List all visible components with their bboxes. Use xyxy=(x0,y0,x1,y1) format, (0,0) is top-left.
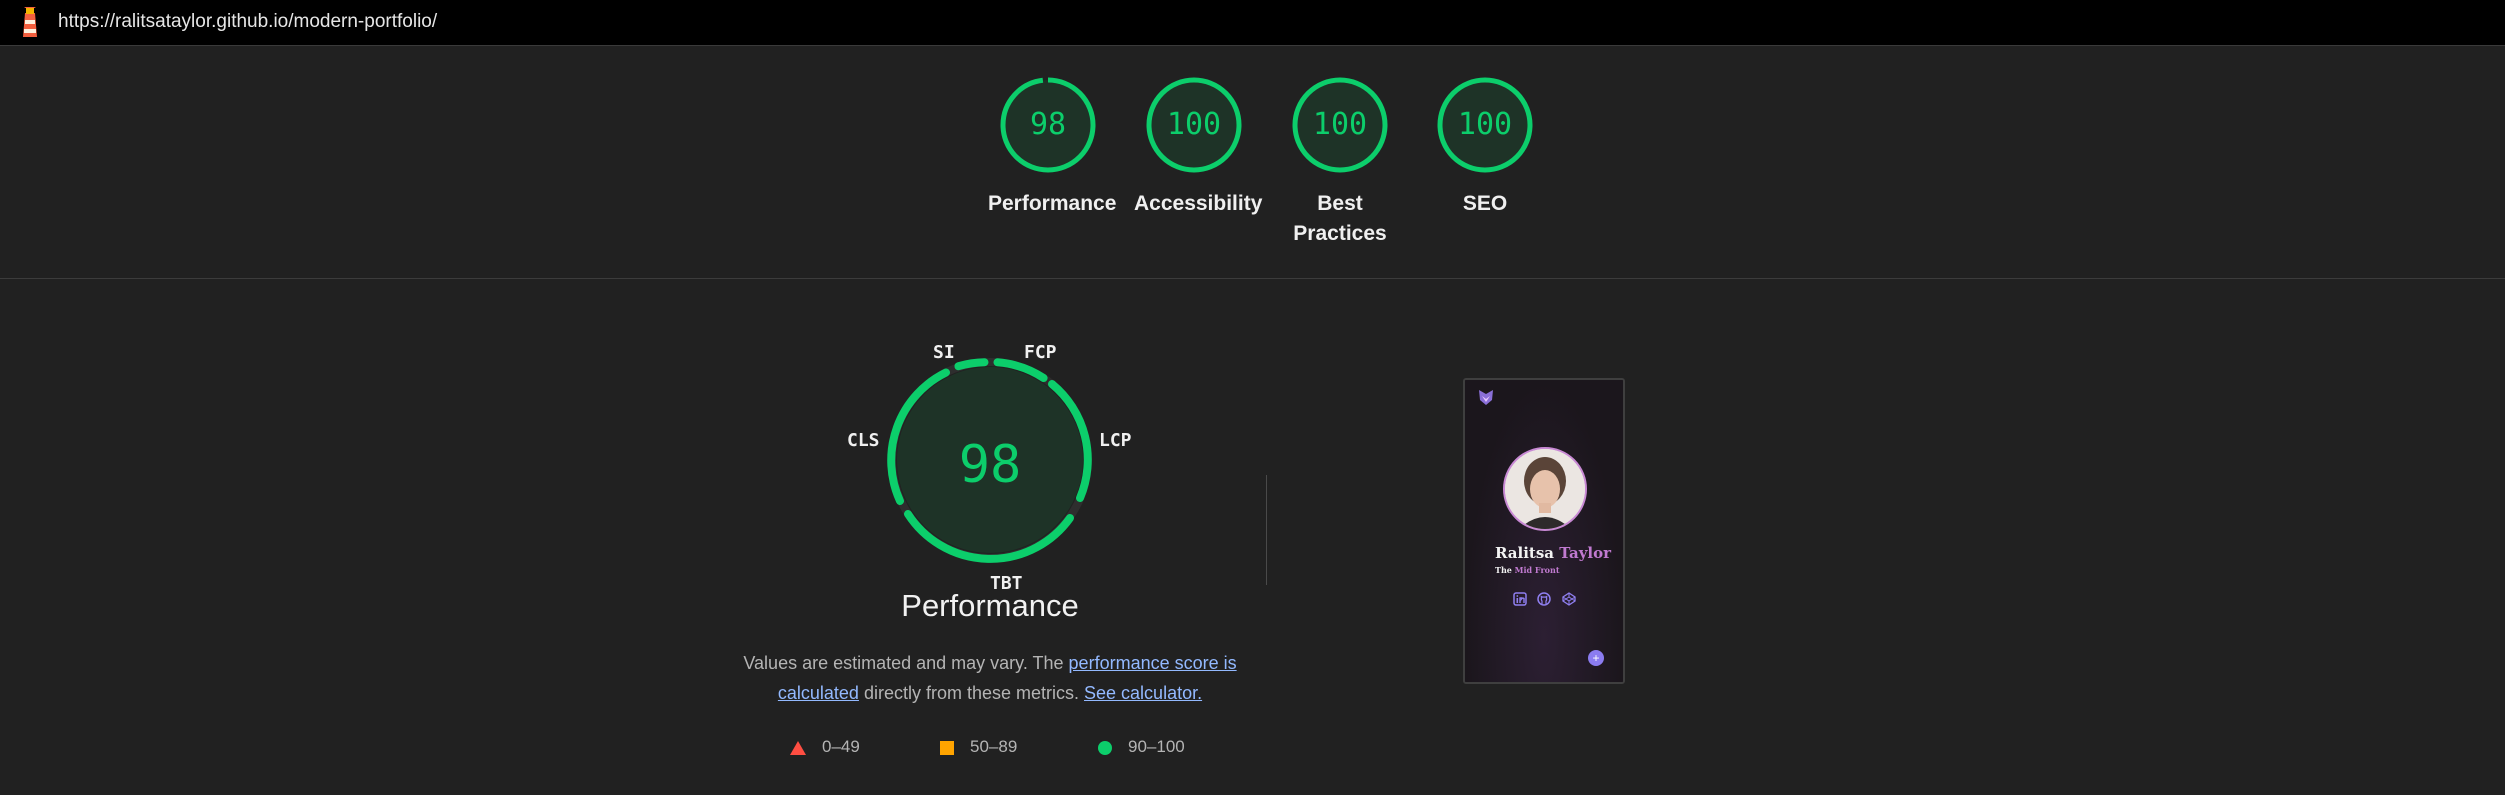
gauge-accessibility[interactable]: 100 Accessibility xyxy=(1134,75,1263,219)
metric-arc-si xyxy=(954,358,989,371)
lighthouse-icon xyxy=(23,7,37,37)
gauge-label: Performance xyxy=(988,192,1117,215)
legend-average: 50–89 xyxy=(940,737,1017,757)
category-gauges: 98 Performance 100 Accessibility 100 Bes… xyxy=(0,75,2505,255)
legend-range: 50–89 xyxy=(970,737,1018,756)
report-header: https://ralitsataylor.github.io/modern-p… xyxy=(0,0,2505,46)
vertical-divider xyxy=(1266,475,1267,585)
performance-arc xyxy=(887,358,1092,563)
metric-label-fcp[interactable]: FCP xyxy=(1024,342,1057,363)
gauge-score: 100 xyxy=(1457,107,1513,142)
gauge-best-practices[interactable]: 100 Best Practices xyxy=(1280,75,1400,249)
legend-range: 90–100 xyxy=(1128,737,1185,756)
avatar xyxy=(1503,447,1587,531)
gauge-label: Best Practices xyxy=(1293,192,1387,245)
legend-range: 0–49 xyxy=(822,737,860,756)
performance-description: Values are estimated and may vary. The p… xyxy=(735,648,1245,708)
circle-icon xyxy=(1098,740,1112,755)
legend-pass: 90–100 xyxy=(1098,737,1185,757)
performance-title: Performance xyxy=(901,588,1079,623)
metric-label-si[interactable]: SI xyxy=(933,342,955,363)
description-text: Values are estimated and may vary. The xyxy=(743,653,1069,673)
last-name: Taylor xyxy=(1559,544,1612,562)
gauge-score: 100 xyxy=(1312,107,1368,142)
portfolio-name: Ralitsa Taylor xyxy=(1495,544,1611,562)
gauge-seo[interactable]: 100 SEO xyxy=(1425,75,1545,219)
social-icons xyxy=(1513,592,1582,611)
metric-label-cls[interactable]: CLS xyxy=(847,430,880,451)
plus-icon: + xyxy=(1588,650,1604,666)
codepen-icon xyxy=(1562,592,1576,611)
see-calculator-link[interactable]: See calculator. xyxy=(1084,683,1202,703)
gauge-label: Accessibility xyxy=(1134,192,1263,215)
metric-label-lcp[interactable]: LCP xyxy=(1099,430,1132,451)
portrait-image xyxy=(1505,449,1585,529)
report-url[interactable]: https://ralitsataylor.github.io/modern-p… xyxy=(58,11,437,33)
gauge-score: 100 xyxy=(1166,107,1222,142)
first-name: Ralitsa xyxy=(1495,544,1555,562)
section-divider xyxy=(0,278,2505,279)
screenshot-background xyxy=(1465,380,1623,682)
final-screenshot[interactable]: Ralitsa Taylor The Mid Front + xyxy=(1463,378,1625,684)
tagline-highlight: Mid Front xyxy=(1514,565,1560,575)
gauge-label: SEO xyxy=(1462,192,1508,215)
triangle-icon xyxy=(790,740,806,755)
performance-gauge: 98 SI FCP LCP TBT CLS xyxy=(845,335,1135,595)
github-icon xyxy=(1537,592,1552,611)
square-icon xyxy=(940,740,954,755)
tagline-prefix: The xyxy=(1495,565,1512,575)
fox-logo-icon xyxy=(1479,390,1493,405)
description-text-middle: directly from these metrics. xyxy=(858,683,1085,703)
portfolio-tagline: The Mid Front xyxy=(1495,565,1560,575)
legend-fail: 0–49 xyxy=(790,737,860,757)
gauge-score: 98 xyxy=(1029,107,1067,142)
linkedin-icon xyxy=(1513,592,1527,611)
gauge-performance[interactable]: 98 Performance xyxy=(988,75,1117,219)
